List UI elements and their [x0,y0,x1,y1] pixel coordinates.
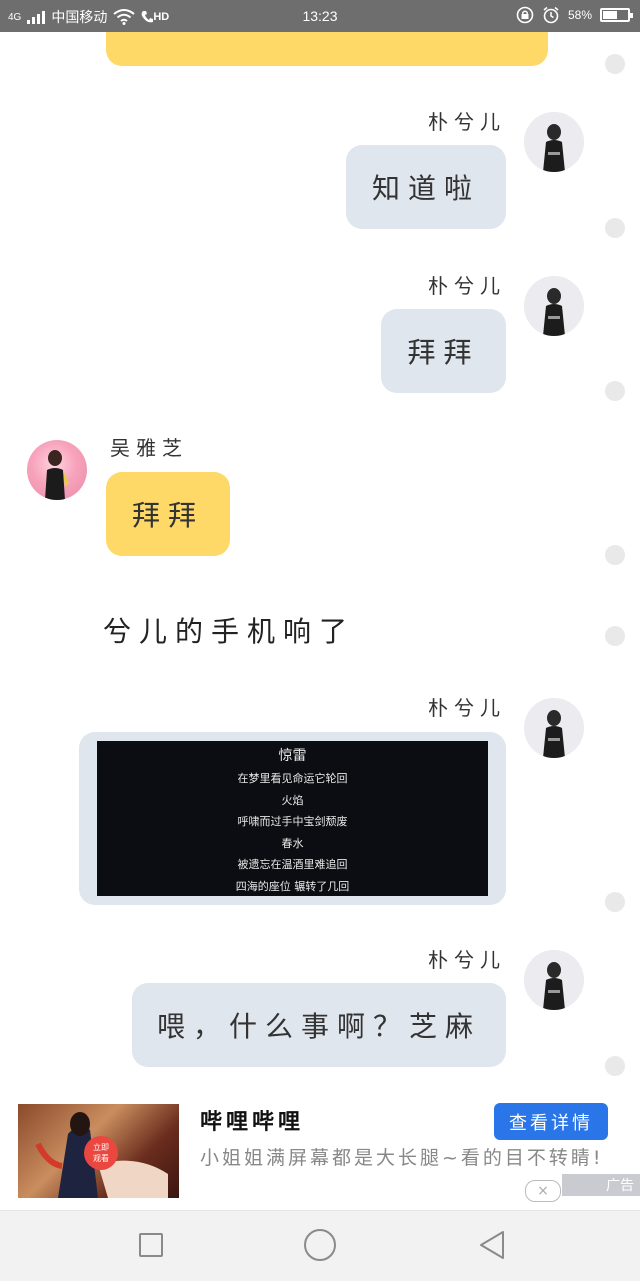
lyric-line: 呼啸而过手中宝剑颓废 [237,815,348,828]
previous-message-bubble[interactable] [106,32,548,66]
avatar[interactable] [524,276,584,336]
avatar[interactable] [524,698,584,758]
lyric-line: 被遗忘在温酒里难追回 [237,858,348,871]
sender-name: 朴兮儿 [428,110,506,134]
lock-rotation-icon [516,6,534,24]
avatar[interactable] [27,440,87,500]
battery-percent: 58% [567,8,592,22]
lyric-line: 在梦里看见命运它轮回 [237,772,348,785]
avatar[interactable] [524,950,584,1010]
view-details-button[interactable]: 查看详情 [494,1103,608,1140]
sender-name: 朴兮儿 [428,696,506,720]
status-dot [605,1056,625,1076]
message-bubble[interactable]: 喂，什么事啊？芝麻 [132,983,506,1067]
watch-now-badge[interactable]: 立即 观看 [84,1136,118,1170]
badge-line: 立即 [93,1143,109,1152]
avatar[interactable] [524,112,584,172]
status-dot [605,626,625,646]
ad-description[interactable]: 小姐姐满屏幕都是大长腿~看的目不转睛! [200,1142,610,1174]
ad-title[interactable]: 哔哩哔哩 [200,1104,304,1136]
image-message[interactable]: 惊雷 在梦里看见命运它轮回 火焰 呼啸而过手中宝剑颓废 春水 被遗忘在温酒里难追… [79,732,506,905]
ad-image[interactable]: 立即 观看 [18,1104,179,1198]
badge-line: 观看 [93,1154,109,1163]
battery-level [603,11,617,19]
lyric-line: 四海的座位 辗转了几回 [235,879,350,893]
sender-name: 吴雅芝 [110,436,188,460]
recent-apps-icon[interactable] [139,1233,163,1257]
message-bubble[interactable]: 拜拜 [106,472,230,556]
status-dot [605,545,625,565]
message-bubble[interactable]: 拜拜 [381,309,506,393]
close-icon[interactable]: × [525,1180,561,1202]
ad-banner[interactable]: 立即 观看 哔哩哔哩 查看详情 小姐姐满屏幕都是大长腿~看的目不转睛! × 广告 [0,1100,640,1210]
message-bubble[interactable]: 知道啦 [346,145,506,229]
lyric-line: 春水 [281,836,304,850]
status-dot [605,54,625,74]
navigation-bar [0,1210,640,1281]
chat-area[interactable]: 朴兮儿 知道啦 朴兮儿 拜拜 吴雅芝 拜拜 兮儿的手机响了 朴兮儿 惊雷 在梦里… [0,32,640,1100]
sender-name: 朴兮儿 [428,948,506,972]
status-right: 58% [516,6,633,24]
alarm-icon [543,6,559,24]
sender-name: 朴兮儿 [428,274,506,298]
status-dot [605,381,625,401]
lyric-line: 火焰 [281,793,304,807]
ad-label-text: 广告 [606,1178,634,1194]
back-icon[interactable] [478,1229,506,1261]
status-bar: 4G 中国移动 HD 13:23 58% [0,0,640,32]
ad-label: 广告 [562,1174,640,1196]
status-dot [605,892,625,912]
song-title: 惊雷 [278,748,307,764]
lyrics-image[interactable]: 惊雷 在梦里看见命运它轮回 火焰 呼啸而过手中宝剑颓废 春水 被遗忘在温酒里难追… [97,741,488,896]
narration-text: 兮儿的手机响了 [103,615,356,648]
battery-icon [600,8,633,22]
status-dot [605,218,625,238]
home-icon[interactable] [304,1229,336,1261]
